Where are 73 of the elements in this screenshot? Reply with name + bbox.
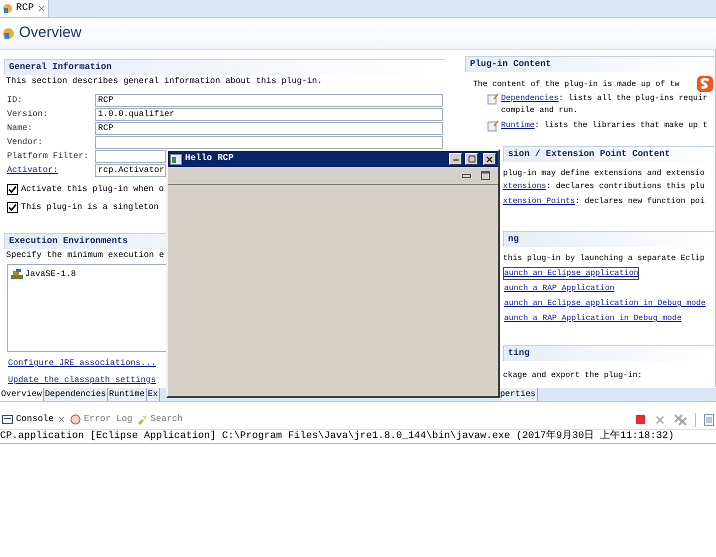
section-description: plug-in may define extensions and extensio xyxy=(503,168,706,180)
section-title: ng xyxy=(503,231,715,247)
page-tab[interactable]: Runtime xyxy=(108,388,147,401)
link[interactable]: xtensions xyxy=(503,182,546,191)
window-icon xyxy=(170,154,182,164)
minimize-button[interactable] xyxy=(449,153,462,165)
field-label: Platform Filter: xyxy=(6,150,90,163)
section-description: This section describes general information about this plug-in. xyxy=(5,75,324,88)
input-field[interactable]: RCP xyxy=(95,94,443,107)
input-field[interactable] xyxy=(95,150,166,163)
field-label: Version: xyxy=(6,108,49,121)
section-title: ting xyxy=(503,345,715,361)
launch-link[interactable]: aunch a RAP Application in Debug mode xyxy=(503,312,683,325)
link[interactable]: xtension Points xyxy=(503,197,576,206)
section-description: compile and run. xyxy=(501,105,579,117)
minimize-icon[interactable] xyxy=(462,174,471,178)
maximize-icon[interactable] xyxy=(481,171,490,180)
input-field[interactable]: RCP xyxy=(95,122,443,135)
list-item[interactable]: JavaSE-1.8 xyxy=(25,268,76,281)
page-tab[interactable]: Ex xyxy=(146,388,160,401)
page-tab[interactable]: Dependencies xyxy=(44,388,108,401)
link[interactable]: Update the classpath settings xyxy=(8,374,156,386)
section-description: Runtime: lists the libraries that make up t xyxy=(501,120,708,132)
field-label: Vendor: xyxy=(6,136,44,149)
link[interactable]: Dependencies xyxy=(501,94,559,103)
section-description: xtension Points: declares new function poi xyxy=(503,196,706,208)
close-icon[interactable] xyxy=(56,415,66,424)
field-label: ID: xyxy=(6,94,24,107)
console-output: CP.application [Eclipse Application] C:\Program Files\Java\jre1.8.0_144\bin\javaw.exe (2017年9月30日 上午11:18:32) xyxy=(0,430,716,444)
section-title: General Information xyxy=(4,59,445,75)
library-icon xyxy=(11,269,23,280)
maximize-icon xyxy=(468,155,476,163)
close-button[interactable] xyxy=(483,153,496,165)
close-icon[interactable] xyxy=(37,4,46,13)
document-edit-icon xyxy=(487,120,499,132)
console-icon xyxy=(2,414,13,425)
plugin-icon xyxy=(2,3,13,14)
checkbox[interactable] xyxy=(7,184,18,195)
section-description: Dependencies: lists all the plug-ins requir xyxy=(501,93,708,105)
maximize-button[interactable] xyxy=(465,153,478,165)
launch-link[interactable]: aunch an Eclipse application xyxy=(503,267,640,280)
document-edit-icon xyxy=(487,93,499,105)
section-description: ckage and export the plug-in: xyxy=(503,370,644,382)
view-tab[interactable]: Error Log xyxy=(68,410,134,429)
page-tab[interactable]: perties xyxy=(498,388,538,401)
plugin-icon xyxy=(2,27,15,40)
input-field[interactable]: 1.0.0.qualifier xyxy=(95,108,443,121)
section-title: Plug-in Content xyxy=(465,56,715,72)
error-icon xyxy=(70,414,81,425)
section-description: this plug-in by launching a separate Eclip xyxy=(503,253,706,265)
section-description: Specify the minimum execution e xyxy=(5,249,166,261)
section-description: The content of the plug-in is made up of tw xyxy=(473,79,680,91)
view-tab[interactable]: Search xyxy=(134,410,185,429)
section-title: sion / Extension Point Content xyxy=(503,146,715,162)
document-icon[interactable] xyxy=(704,414,714,426)
close-icon xyxy=(485,154,494,164)
input-field[interactable]: rcp.Activator xyxy=(95,164,166,177)
launch-link[interactable]: aunch a RAP Application xyxy=(503,282,616,295)
checkbox[interactable] xyxy=(7,202,18,213)
checkbox-label: Activate this plug-in when o xyxy=(21,183,164,196)
link[interactable]: Configure JRE associations... xyxy=(8,357,156,370)
page-title: Overview xyxy=(19,23,82,44)
stop-icon[interactable] xyxy=(635,414,646,425)
activator-link[interactable]: Activator: xyxy=(4,164,95,177)
field-label: Name: xyxy=(6,122,34,135)
launch-link[interactable]: aunch an Eclipse application in Debug mode xyxy=(503,297,707,310)
checkbox-label: This plug-in is a singleton xyxy=(21,201,159,214)
input-field[interactable] xyxy=(95,136,443,149)
editor-tab[interactable]: RCP xyxy=(0,0,50,17)
link[interactable]: Runtime xyxy=(501,121,535,130)
page-tab[interactable]: Overview xyxy=(0,388,44,401)
section-description: xtensions: declares contributions this plu xyxy=(503,181,706,193)
window-title: Hello RCP xyxy=(185,152,234,166)
